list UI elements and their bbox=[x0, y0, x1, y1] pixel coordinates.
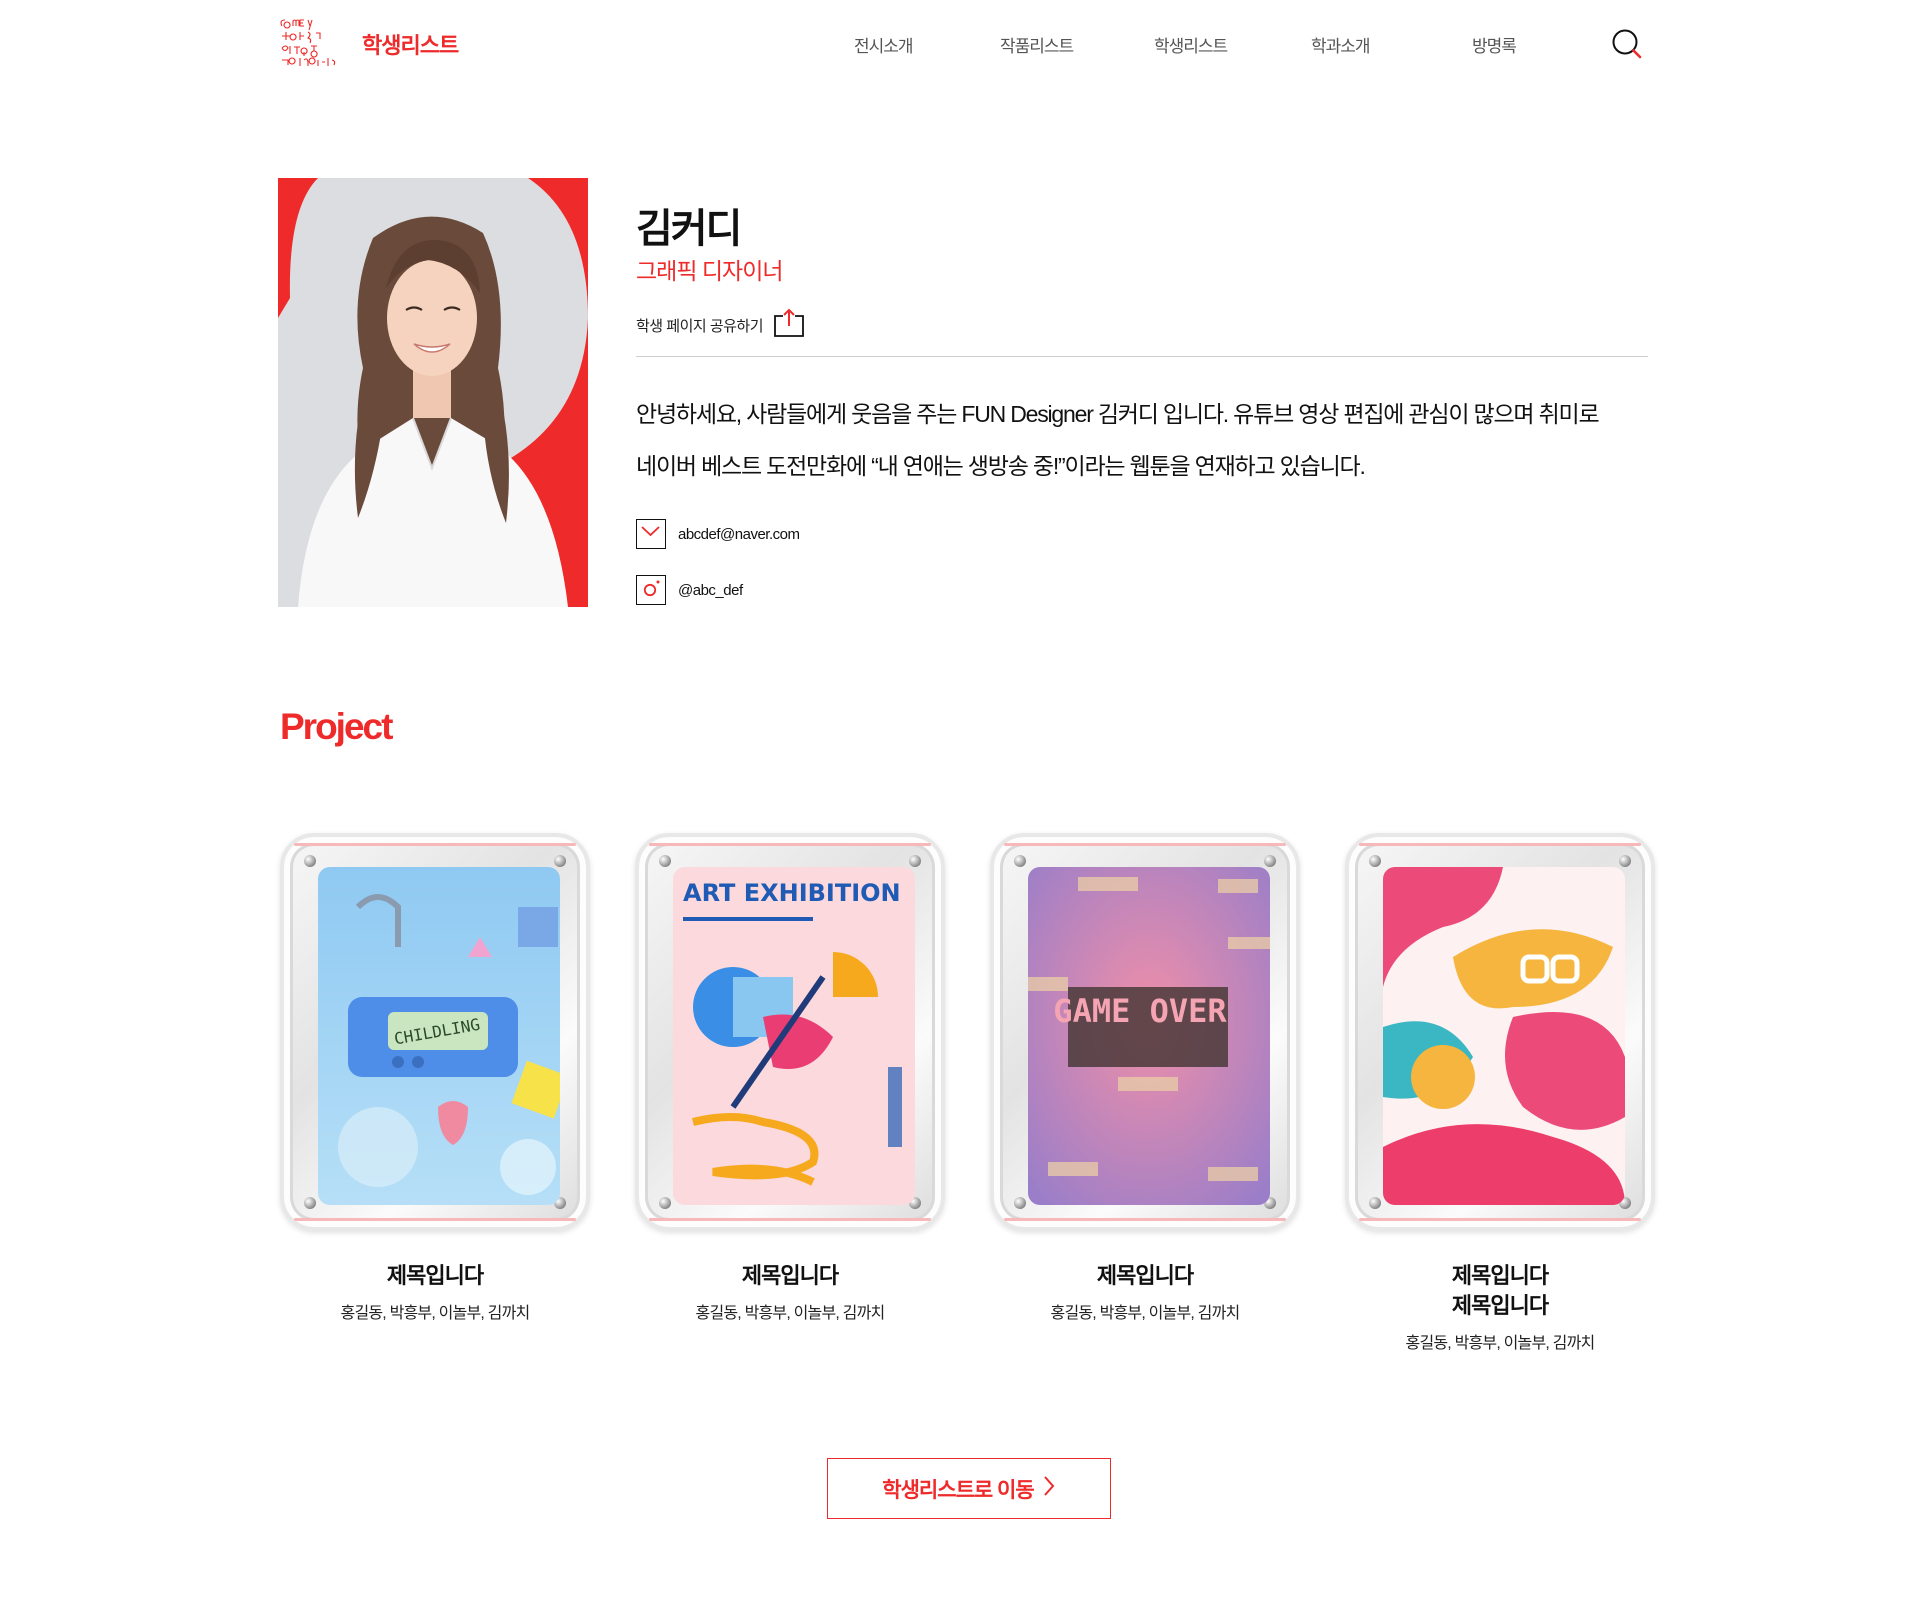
nav-item-exhibition[interactable]: 전시소개 bbox=[854, 32, 914, 57]
project-card-4[interactable]: 제목입니다 제목입니다 홍길동, 박흥부, 이놀부, 김까치 bbox=[1345, 833, 1655, 1353]
project-frame: GAME OVER bbox=[990, 833, 1300, 1231]
project-thumbnail: CHILDLING bbox=[318, 867, 560, 1205]
chevron-right-icon bbox=[1042, 1475, 1056, 1502]
profile-photo bbox=[278, 178, 588, 607]
project-title: 제목입니다 bbox=[635, 1261, 945, 1291]
project-card-1[interactable]: CHILDLING 제목입니다 홍길동, 박흥부, 이놀부, 김까치 bbox=[280, 833, 590, 1323]
project-thumbnail bbox=[1383, 867, 1625, 1205]
screw-icon bbox=[1014, 1197, 1026, 1209]
project-section-title: Project bbox=[280, 706, 393, 747]
project-members: 홍길동, 박흥부, 이놀부, 김까치 bbox=[340, 1305, 531, 1322]
project-card-3[interactable]: GAME OVER 제목입니다 홍길동, 박흥부, 이놀부, 김까치 bbox=[990, 833, 1300, 1323]
email-text[interactable]: abcdef@naver.com bbox=[678, 526, 800, 543]
share-page-button[interactable]: 학생 페이지 공유하기 bbox=[636, 308, 805, 343]
project-thumbnail: ART EXHIBITION bbox=[673, 867, 915, 1205]
email-contact[interactable]: abcdef@naver.com bbox=[636, 519, 800, 549]
project-title: 제목입니다 제목입니다 bbox=[1345, 1261, 1655, 1321]
instagram-icon bbox=[636, 575, 666, 605]
project-title-line: 제목입니다 bbox=[1096, 1263, 1194, 1288]
button-label: 학생리스트로 이동 bbox=[882, 1478, 1034, 1502]
project-thumbnail: GAME OVER bbox=[1028, 867, 1270, 1205]
project-frame: ART EXHIBITION bbox=[635, 833, 945, 1231]
student-role: 그래픽 디자이너 bbox=[636, 258, 784, 284]
profile-divider bbox=[636, 356, 1648, 357]
project-title-line: 제목입니다 bbox=[1451, 1263, 1549, 1288]
project-card-2[interactable]: ART EXHIBITION 제목입니다 홍길동, 박흥부, 이놀부, 김까치 bbox=[635, 833, 945, 1323]
project-title-line: 제목입니다 bbox=[1451, 1293, 1549, 1318]
instagram-text[interactable]: @abc_def bbox=[678, 582, 743, 599]
screw-icon bbox=[1014, 855, 1026, 867]
screw-icon bbox=[1264, 855, 1276, 867]
mail-icon bbox=[636, 519, 666, 549]
nav-item-guestbook[interactable]: 방명록 bbox=[1472, 32, 1517, 57]
project-title: 제목입니다 bbox=[280, 1261, 590, 1291]
nav-item-works[interactable]: 작품리스트 bbox=[1000, 32, 1074, 57]
site-header: 학생리스트 전시소개 작품리스트 학생리스트 학과소개 방명록 bbox=[0, 0, 1920, 90]
screw-icon bbox=[1369, 855, 1381, 867]
project-members: 홍길동, 박흥부, 이놀부, 김까치 bbox=[695, 1305, 886, 1322]
project-frame bbox=[1345, 833, 1655, 1231]
project-frame: CHILDLING bbox=[280, 833, 590, 1231]
share-label: 학생 페이지 공유하기 bbox=[636, 318, 764, 335]
nav-item-students[interactable]: 학생리스트 bbox=[1154, 32, 1228, 57]
project-title-line: 제목입니다 bbox=[386, 1263, 484, 1288]
search-icon[interactable] bbox=[1610, 27, 1644, 61]
instagram-contact[interactable]: @abc_def bbox=[636, 575, 743, 605]
screw-icon bbox=[659, 1197, 671, 1209]
screw-icon bbox=[1369, 1197, 1381, 1209]
bio-line-2: 네이버 베스트 도전만화에 “내 연애는 생방송 중!”이라는 웹툰을 연재하고… bbox=[636, 453, 1366, 479]
screw-icon bbox=[659, 855, 671, 867]
site-title[interactable]: 학생리스트 bbox=[362, 28, 459, 60]
project-title: 제목입니다 bbox=[990, 1261, 1300, 1291]
art-text: GAME OVER bbox=[1053, 992, 1227, 1030]
go-to-student-list-button[interactable]: 학생리스트로 이동 bbox=[827, 1458, 1111, 1519]
screw-icon bbox=[1619, 855, 1631, 867]
project-members: 홍길동, 박흥부, 이놀부, 김까치 bbox=[1050, 1305, 1241, 1322]
project-title-line: 제목입니다 bbox=[741, 1263, 839, 1288]
screw-icon bbox=[554, 855, 566, 867]
nav-item-department[interactable]: 학과소개 bbox=[1311, 32, 1371, 57]
bio-line-1: 안녕하세요, 사람들에게 웃음을 주는 FUN Designer 김커디 입니다… bbox=[636, 401, 1600, 427]
art-text: ART EXHIBITION bbox=[683, 879, 901, 907]
project-members: 홍길동, 박흥부, 이놀부, 김까치 bbox=[1405, 1335, 1596, 1352]
screw-icon bbox=[304, 855, 316, 867]
site-logo[interactable] bbox=[278, 16, 348, 68]
screw-icon bbox=[909, 855, 921, 867]
student-name: 김커디 bbox=[636, 207, 742, 251]
student-bio: 안녕하세요, 사람들에게 웃음을 주는 FUN Designer 김커디 입니다… bbox=[636, 388, 1648, 492]
share-icon bbox=[773, 308, 805, 343]
screw-icon bbox=[304, 1197, 316, 1209]
